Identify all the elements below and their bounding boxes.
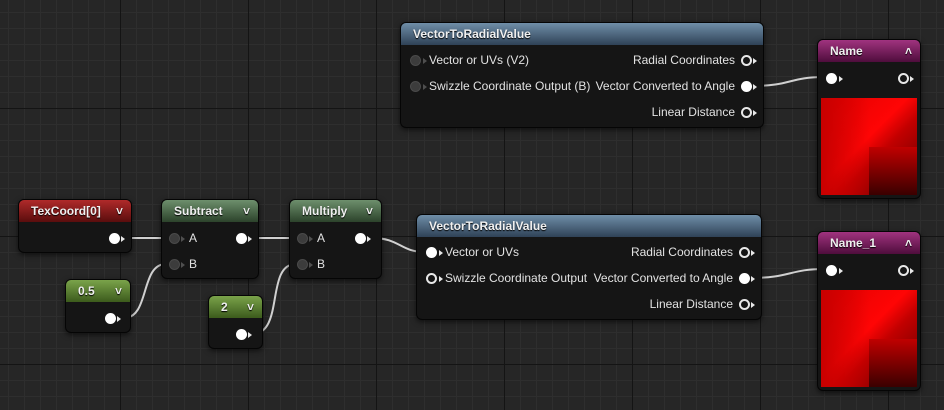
vector-to-radial-node-2[interactable]: VectorToRadialValue Vector or UVs Swizzl… bbox=[416, 214, 762, 320]
input-pin-a[interactable] bbox=[297, 233, 308, 244]
output-pin-radial[interactable] bbox=[741, 55, 752, 66]
input-pin-a[interactable] bbox=[169, 233, 180, 244]
pin-arrow-icon bbox=[839, 268, 843, 274]
output-label-radial: Radial Coordinates bbox=[630, 245, 733, 259]
node-title[interactable]: 2 ˅ bbox=[209, 296, 262, 318]
pin-arrow-icon bbox=[751, 250, 755, 256]
output-label-linear: Linear Distance bbox=[649, 297, 733, 311]
input-pin[interactable] bbox=[826, 73, 837, 84]
subtract-node[interactable]: Subtract ˅ A B bbox=[161, 199, 259, 279]
texcoord-node[interactable]: TexCoord[0] ˅ bbox=[18, 199, 132, 253]
output-pin[interactable] bbox=[236, 233, 247, 244]
chevron-down-icon[interactable]: ˅ bbox=[366, 200, 373, 222]
node-title[interactable]: Multiply ˅ bbox=[290, 200, 381, 222]
node-title[interactable]: Subtract ˅ bbox=[162, 200, 258, 222]
pin-arrow-icon bbox=[753, 110, 757, 116]
input-pin-b[interactable] bbox=[169, 259, 180, 270]
chevron-down-icon[interactable]: ˅ bbox=[247, 296, 254, 318]
node-title-text: TexCoord[0] bbox=[31, 204, 101, 218]
chevron-down-icon[interactable]: ˅ bbox=[116, 200, 123, 222]
pin-arrow-icon bbox=[439, 250, 443, 256]
node-title-text: 0.5 bbox=[78, 284, 95, 298]
output-pin[interactable] bbox=[355, 233, 366, 244]
pin-arrow-icon bbox=[121, 236, 125, 242]
output-pin-angle[interactable] bbox=[739, 273, 750, 284]
node-title[interactable]: 0.5 ˅ bbox=[66, 280, 130, 302]
node-title-text: Subtract bbox=[174, 204, 223, 218]
input-label-b: B bbox=[317, 257, 326, 271]
input-label-vector: Vector or UVs (V2) bbox=[429, 53, 530, 67]
multiply-node[interactable]: Multiply ˅ A B bbox=[289, 199, 382, 279]
output-node-name[interactable]: Name ˄ bbox=[817, 39, 921, 199]
pin-arrow-icon bbox=[751, 302, 755, 308]
pin-arrow-icon bbox=[423, 58, 427, 64]
output-pin[interactable] bbox=[109, 233, 120, 244]
node-title[interactable]: Name_1 ˄ bbox=[818, 232, 920, 254]
node-title-text: Name bbox=[830, 44, 863, 58]
pin-arrow-icon bbox=[910, 76, 914, 82]
pin-arrow-icon bbox=[309, 236, 313, 242]
vector-to-radial-node-1[interactable]: VectorToRadialValue Vector or UVs (V2) S… bbox=[400, 22, 764, 128]
output-pin-linear[interactable] bbox=[739, 299, 750, 310]
pin-arrow-icon bbox=[439, 276, 443, 282]
chevron-up-icon[interactable]: ˄ bbox=[905, 40, 912, 62]
output-node-name-1[interactable]: Name_1 ˄ bbox=[817, 231, 921, 391]
input-label-a: A bbox=[317, 231, 326, 245]
pin-arrow-icon bbox=[248, 332, 252, 338]
output-label-angle: Vector Converted to Angle bbox=[595, 79, 735, 93]
output-label-linear: Linear Distance bbox=[651, 105, 735, 119]
pin-arrow-icon bbox=[910, 268, 914, 274]
node-title[interactable]: VectorToRadialValue bbox=[401, 23, 763, 45]
pin-arrow-icon bbox=[181, 262, 185, 268]
input-label-swizzle: Swizzle Coordinate Output (B) bbox=[429, 79, 591, 93]
constant-node-two[interactable]: 2 ˅ bbox=[208, 295, 263, 349]
constant-node-half[interactable]: 0.5 ˅ bbox=[65, 279, 131, 333]
pin-arrow-icon bbox=[839, 76, 843, 82]
output-pin-angle[interactable] bbox=[741, 81, 752, 92]
input-pin-swizzle[interactable] bbox=[426, 273, 437, 284]
pin-arrow-icon bbox=[117, 316, 121, 322]
pin-arrow-icon bbox=[423, 84, 427, 90]
input-pin-vector[interactable] bbox=[410, 55, 421, 66]
node-title-text: Name_1 bbox=[830, 236, 877, 250]
node-title-text: Multiply bbox=[302, 204, 348, 218]
material-preview-image bbox=[821, 98, 917, 195]
pin-arrow-icon bbox=[753, 58, 757, 64]
output-pin-linear[interactable] bbox=[741, 107, 752, 118]
node-title[interactable]: VectorToRadialValue bbox=[417, 215, 761, 237]
material-preview-image bbox=[821, 290, 917, 387]
pin-arrow-icon bbox=[753, 84, 757, 90]
input-pin[interactable] bbox=[826, 265, 837, 276]
pin-arrow-icon bbox=[367, 236, 371, 242]
output-pin[interactable] bbox=[898, 265, 909, 276]
node-title[interactable]: TexCoord[0] ˅ bbox=[19, 200, 131, 222]
input-label-b: B bbox=[189, 257, 198, 271]
output-pin-radial[interactable] bbox=[739, 247, 750, 258]
input-label-a: A bbox=[189, 231, 198, 245]
input-label-vector: Vector or UVs bbox=[445, 245, 520, 259]
pin-arrow-icon bbox=[309, 262, 313, 268]
chevron-down-icon[interactable]: ˅ bbox=[243, 200, 250, 222]
output-pin[interactable] bbox=[898, 73, 909, 84]
input-pin-swizzle[interactable] bbox=[410, 81, 421, 92]
output-pin[interactable] bbox=[105, 313, 116, 324]
node-title-text: 2 bbox=[221, 300, 228, 314]
output-label-angle: Vector Converted to Angle bbox=[593, 271, 733, 285]
pin-arrow-icon bbox=[751, 276, 755, 282]
input-label-swizzle: Swizzle Coordinate Output bbox=[445, 271, 588, 285]
input-pin-vector[interactable] bbox=[426, 247, 437, 258]
chevron-up-icon[interactable]: ˄ bbox=[905, 232, 912, 254]
output-pin[interactable] bbox=[236, 329, 247, 340]
pin-arrow-icon bbox=[248, 236, 252, 242]
pin-arrow-icon bbox=[181, 236, 185, 242]
output-label-radial: Radial Coordinates bbox=[632, 53, 735, 67]
input-pin-b[interactable] bbox=[297, 259, 308, 270]
chevron-down-icon[interactable]: ˅ bbox=[115, 280, 122, 302]
node-title[interactable]: Name ˄ bbox=[818, 40, 920, 62]
